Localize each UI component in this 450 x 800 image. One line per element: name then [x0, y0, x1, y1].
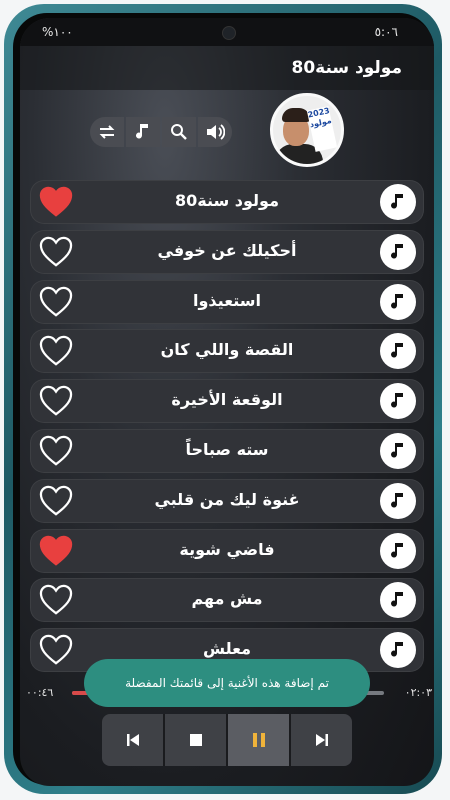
song-list: مولود سنة80 أحكيلك عن خوفي استعيذوا القصة و…: [30, 180, 424, 678]
favorite-filled-heart-icon[interactable]: [38, 534, 74, 568]
search-icon: [171, 124, 187, 140]
song-title: أحكيلك عن خوفي: [157, 240, 297, 260]
battery-status: %١٠٠: [42, 25, 73, 39]
front-camera: [222, 26, 236, 40]
song-row[interactable]: القصة واللي كان: [30, 329, 424, 374]
favorite-heart-icon[interactable]: [38, 633, 74, 667]
song-title: مش مهم: [191, 589, 263, 609]
song-title: معلش: [202, 639, 252, 659]
song-row[interactable]: استعيذوا: [30, 279, 424, 324]
song-row[interactable]: غنوة ليك من قلبي: [30, 478, 424, 523]
previous-button[interactable]: [102, 714, 163, 766]
phone-frame: %١٠٠ ٥:٠٦ مولود سنة80 2023 مولود مولود س…: [4, 4, 442, 794]
song-title: فاضي شوية: [179, 539, 275, 559]
song-title: الوقعة الأخيرة: [171, 390, 283, 410]
music-note-icon[interactable]: [380, 582, 416, 619]
skip-previous-icon: [126, 734, 139, 746]
album-art[interactable]: 2023 مولود: [270, 93, 344, 167]
elapsed-time: ٠٠:٤٦: [26, 686, 54, 699]
repeat-icon: [99, 125, 115, 139]
skip-next-icon: [315, 734, 328, 746]
app-title: مولود سنة80: [291, 58, 402, 78]
stop-button[interactable]: [165, 714, 226, 766]
song-row[interactable]: أحكيلك عن خوفي: [30, 229, 424, 274]
favorite-heart-icon[interactable]: [38, 235, 74, 269]
favorite-heart-icon[interactable]: [38, 285, 74, 319]
volume-button[interactable]: [198, 117, 232, 147]
music-note-icon[interactable]: [380, 383, 416, 420]
song-row[interactable]: مش مهم: [30, 578, 424, 623]
clock: ٥:٠٦: [374, 25, 398, 39]
song-title: القصة واللي كان: [160, 340, 294, 360]
favorite-heart-icon[interactable]: [38, 484, 74, 518]
stop-icon: [189, 734, 202, 746]
music-note-icon[interactable]: [380, 632, 416, 669]
music-note-icon[interactable]: [380, 482, 416, 519]
music-note-icon[interactable]: [380, 233, 416, 270]
pause-icon: [252, 733, 265, 747]
app-screen: %١٠٠ ٥:٠٦ مولود سنة80 2023 مولود مولود س…: [20, 18, 434, 786]
song-title: استعيذوا: [193, 290, 261, 310]
favorite-heart-icon[interactable]: [38, 434, 74, 468]
music-note-icon[interactable]: [380, 333, 416, 370]
music-note-icon[interactable]: [380, 184, 416, 220]
favorite-filled-heart-icon[interactable]: [38, 185, 74, 219]
repeat-button[interactable]: [90, 117, 124, 147]
song-title: غنوة ليك من قلبي: [154, 489, 300, 509]
volume-icon: [207, 124, 225, 140]
song-row[interactable]: الوقعة الأخيرة: [30, 379, 424, 424]
app-bar: مولود سنة80: [20, 46, 434, 90]
next-button[interactable]: [291, 714, 352, 766]
favorite-heart-icon[interactable]: [38, 384, 74, 418]
player-controls: [102, 714, 352, 766]
favorite-added-toast: تم إضافة هذه الأغنية إلى قائمتك المفضلة: [84, 659, 370, 707]
status-bar: %١٠٠ ٥:٠٦: [20, 18, 434, 46]
favorite-heart-icon[interactable]: [38, 334, 74, 368]
top-controls: [90, 117, 232, 147]
song-title: سته صباحاً: [185, 439, 269, 459]
music-note-icon[interactable]: [380, 532, 416, 569]
song-title: مولود سنة80: [175, 191, 279, 210]
total-time: ٠٢:٠٣: [404, 686, 432, 699]
song-row[interactable]: مولود سنة80: [30, 180, 424, 224]
favorite-heart-icon[interactable]: [38, 583, 74, 617]
search-button[interactable]: [162, 117, 196, 147]
music-note-icon: [136, 124, 148, 139]
playlist-button[interactable]: [126, 117, 160, 147]
pause-button[interactable]: [228, 714, 289, 766]
song-row[interactable]: فاضي شوية: [30, 528, 424, 573]
music-note-icon[interactable]: [380, 432, 416, 469]
song-row[interactable]: سته صباحاً: [30, 428, 424, 473]
music-note-icon[interactable]: [380, 283, 416, 320]
